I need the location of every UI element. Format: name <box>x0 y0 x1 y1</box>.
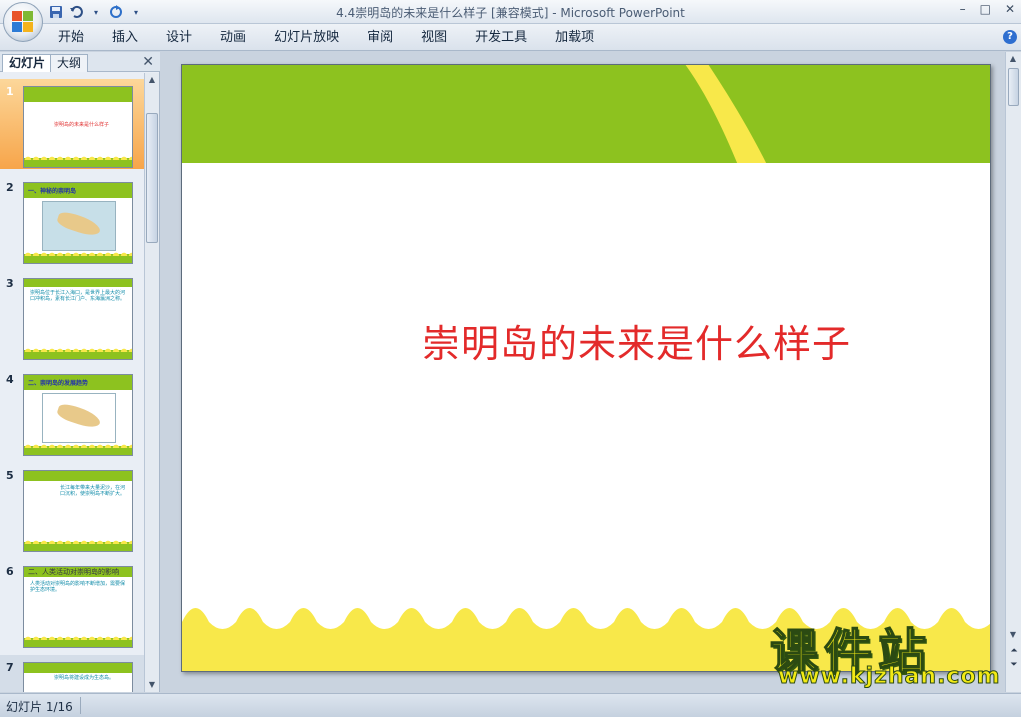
slide-thumbnail-row[interactable]: 3 崇明岛位于长江入海口，是世界上最大的河口冲积岛，素有长江门户、东海瀛洲之称。 <box>0 271 144 361</box>
diagram-image <box>42 393 116 443</box>
office-button[interactable] <box>3 2 43 42</box>
title-bar: ▾ ▾ 4.4崇明岛的未来是什么样子 [兼容模式] - Microsoft Po… <box>0 0 1021 24</box>
help-icon[interactable]: ? <box>1003 30 1017 44</box>
window-controls: – □ ✕ <box>960 2 1015 16</box>
slide-number: 2 <box>6 181 14 194</box>
slide-thumbnail-row[interactable]: 6 二、人类活动对崇明岛的影响 人类活动对崇明岛的影响不断增加，需要保护生态环境… <box>0 559 144 649</box>
thumbnail-header-band <box>24 87 132 102</box>
scroll-up-icon[interactable]: ▲ <box>1006 52 1020 66</box>
status-divider <box>80 697 81 714</box>
tab-addins[interactable]: 加载项 <box>545 29 604 47</box>
window-title: 4.4崇明岛的未来是什么样子 [兼容模式] - Microsoft PowerP… <box>336 6 685 20</box>
slide-thumbnail[interactable]: 崇明岛位于长江入海口，是世界上最大的河口冲积岛，素有长江门户、东海瀛洲之称。 <box>23 278 133 360</box>
office-logo-icon <box>12 11 34 33</box>
ribbon: 开始 插入 设计 动画 幻灯片放映 审阅 视图 开发工具 加载项 ? <box>0 24 1021 51</box>
slide-thumbnail[interactable]: 崇明岛将建设成为生态岛。 <box>23 662 133 692</box>
watermark: 课件站 www.kjzhan.com <box>768 612 1008 692</box>
slide-thumbnail-row[interactable]: 7 崇明岛将建设成为生态岛。 <box>0 655 144 692</box>
thumbnail-footer-band <box>24 634 132 647</box>
thumbnail-text: 长江每年带来大量泥沙，在河口沉积，使崇明岛不断扩大。 <box>60 485 126 497</box>
slide-number: 3 <box>6 277 14 290</box>
slide-canvas[interactable]: 崇明岛的未来是什么样子 <box>181 64 991 672</box>
thumbnail-text: 崇明岛将建设成为生态岛。 <box>54 675 115 681</box>
maximize-button[interactable]: □ <box>980 2 991 16</box>
status-bar: 幻灯片 1/16 <box>0 693 1021 717</box>
tab-developer[interactable]: 开发工具 <box>465 29 537 47</box>
pane-tabs: 幻灯片 大纲 ✕ <box>0 52 160 72</box>
tab-slideshow[interactable]: 幻灯片放映 <box>264 29 349 47</box>
slide-thumbnail-list: 1 崇明岛的未来是什么样子 2 一、神秘的崇明岛 3 崇明岛位于长江入海口，是世… <box>0 73 144 692</box>
slide-number: 7 <box>6 661 14 674</box>
next-slide-icon[interactable]: ⏷ <box>1008 660 1020 670</box>
close-pane-icon[interactable]: ✕ <box>142 54 154 70</box>
ribbon-tabs: 开始 插入 设计 动画 幻灯片放映 审阅 视图 开发工具 加载项 <box>48 29 612 47</box>
scrollbar-thumb[interactable] <box>146 113 158 243</box>
slide-editor: 崇明岛的未来是什么样子 <box>162 52 1005 692</box>
tab-insert[interactable]: 插入 <box>102 29 148 47</box>
thumbnail-footer-band <box>24 346 132 359</box>
slide-thumbnail-row[interactable]: 1 崇明岛的未来是什么样子 <box>0 79 144 169</box>
previous-slide-icon[interactable]: ⏶ <box>1008 646 1020 656</box>
thumbnail-footer-band <box>24 538 132 551</box>
slide-thumbnail[interactable]: 长江每年带来大量泥沙，在河口沉积，使崇明岛不断扩大。 <box>23 470 133 552</box>
scroll-down-icon[interactable]: ▼ <box>1006 628 1020 642</box>
minimize-button[interactable]: – <box>960 2 966 16</box>
slides-pane: 幻灯片 大纲 ✕ 1 崇明岛的未来是什么样子 2 一、神秘的崇明岛 3 崇明岛位… <box>0 52 160 692</box>
slide-title[interactable]: 崇明岛的未来是什么样子 <box>422 313 851 368</box>
thumbnail-footer-band <box>24 154 132 167</box>
tab-design[interactable]: 设计 <box>156 29 202 47</box>
slide-thumbnail[interactable]: 崇明岛的未来是什么样子 <box>23 86 133 168</box>
scroll-down-icon[interactable]: ▼ <box>145 678 159 692</box>
slides-pane-scrollbar[interactable]: ▲ ▼ <box>144 73 159 692</box>
slide-thumbnail[interactable]: 二、崇明岛的发展趋势 <box>23 374 133 456</box>
tab-review[interactable]: 审阅 <box>357 29 403 47</box>
thumbnail-header-band <box>24 471 132 481</box>
tab-animations[interactable]: 动画 <box>210 29 256 47</box>
slide-background <box>182 65 990 671</box>
thumbnail-text: 人类活动对崇明岛的影响不断增加，需要保护生态环境。 <box>30 581 126 593</box>
thumbnail-header-band <box>24 663 132 673</box>
slide-thumbnail[interactable]: 一、神秘的崇明岛 <box>23 182 133 264</box>
thumbnail-title: 一、神秘的崇明岛 <box>28 188 77 195</box>
watermark-url: www.kjzhan.com <box>778 664 1001 690</box>
slide-number: 5 <box>6 469 14 482</box>
slide-number: 1 <box>6 85 14 98</box>
thumbnail-title: 二、崇明岛的发展趋势 <box>28 380 89 387</box>
close-button[interactable]: ✕ <box>1005 2 1015 16</box>
tab-outline[interactable]: 大纲 <box>50 54 89 72</box>
slide-number: 4 <box>6 373 14 386</box>
tab-home[interactable]: 开始 <box>48 29 94 47</box>
thumbnail-header-band <box>24 279 132 287</box>
slide-thumbnail-row[interactable]: 2 一、神秘的崇明岛 <box>0 175 144 265</box>
thumbnail-title: 二、人类活动对崇明岛的影响 <box>28 568 119 576</box>
slide-thumbnail[interactable]: 二、人类活动对崇明岛的影响 人类活动对崇明岛的影响不断增加，需要保护生态环境。 <box>23 566 133 648</box>
slide-thumbnail-row[interactable]: 5 长江每年带来大量泥沙，在河口沉积，使崇明岛不断扩大。 <box>0 463 144 553</box>
slide-number: 6 <box>6 565 14 578</box>
thumbnail-footer-band <box>24 442 132 455</box>
tab-view[interactable]: 视图 <box>411 29 457 47</box>
thumbnail-text: 崇明岛的未来是什么样子 <box>54 122 110 128</box>
thumbnail-footer-band <box>24 250 132 263</box>
scroll-up-icon[interactable]: ▲ <box>145 73 159 87</box>
map-image <box>42 201 116 251</box>
slide-thumbnail-row[interactable]: 4 二、崇明岛的发展趋势 <box>0 367 144 457</box>
thumbnail-text: 崇明岛位于长江入海口，是世界上最大的河口冲积岛，素有长江门户、东海瀛洲之称。 <box>30 290 126 302</box>
scrollbar-thumb[interactable] <box>1008 68 1019 106</box>
tab-slides[interactable]: 幻灯片 <box>2 54 53 72</box>
slide-counter: 幻灯片 1/16 <box>6 700 73 714</box>
slide-editor-scrollbar[interactable]: ▲ ▼ ⏶ ⏷ <box>1005 52 1021 692</box>
